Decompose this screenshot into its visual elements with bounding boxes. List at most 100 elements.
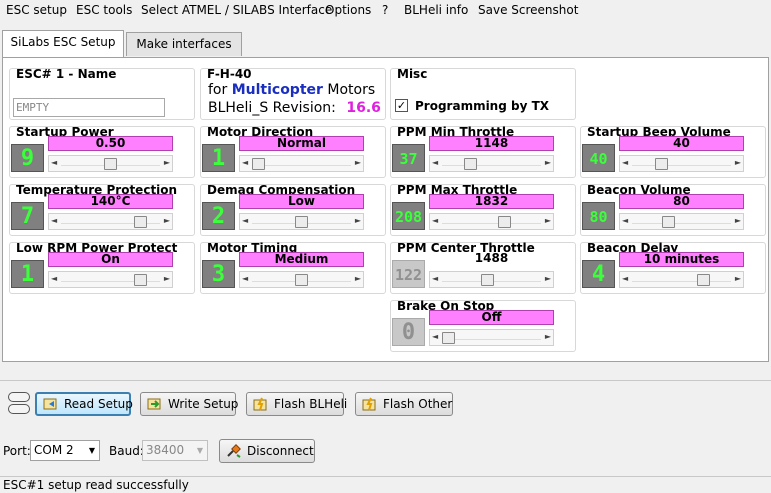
disconnect-label: Disconnect (247, 444, 314, 458)
port-select[interactable]: COM 2 ▼ (30, 440, 100, 461)
esc-name-group: ESC# 1 - Name EMPTY (9, 67, 195, 120)
read-setup-label: Read Setup (64, 397, 133, 411)
demag-compensation-slider[interactable]: ◄ ► (239, 213, 364, 230)
startup-beep-volume-group: Startup Beep Volume 40 40 ◄ ► (580, 125, 766, 178)
brake-on-stop-slider[interactable]: ◄ ► (429, 329, 554, 346)
menu-esc-setup[interactable]: ESC setup (6, 3, 67, 17)
right-arrow-icon[interactable]: ► (164, 274, 170, 283)
right-arrow-icon[interactable]: ► (545, 274, 551, 283)
baud-select[interactable]: 38400 ▼ (142, 440, 208, 461)
slider-thumb[interactable] (697, 274, 710, 286)
menu-select-interface[interactable]: Select ATMEL / SILABS Interface (141, 3, 332, 17)
startup-beep-volume-slider[interactable]: ◄ ► (619, 155, 744, 172)
flash-other-label: Flash Other (383, 397, 453, 411)
slider-thumb[interactable] (655, 158, 668, 170)
brake-on-stop-number: 0 (392, 318, 425, 346)
ppm-center-throttle-group: PPM Center Throttle 122 1488 ◄ ► (390, 241, 576, 294)
menu-esc-tools[interactable]: ESC tools (76, 3, 132, 17)
right-arrow-icon[interactable]: ► (355, 274, 361, 283)
left-arrow-icon[interactable]: ◄ (432, 216, 438, 225)
misc-title: Misc (397, 67, 428, 81)
flash-other-button[interactable]: Flash Other (355, 392, 453, 416)
slider-thumb[interactable] (662, 216, 675, 228)
left-arrow-icon[interactable]: ◄ (622, 216, 628, 225)
esc-name-input[interactable]: EMPTY (13, 98, 165, 117)
left-arrow-icon[interactable]: ◄ (242, 158, 248, 167)
right-arrow-icon[interactable]: ► (735, 274, 741, 283)
baud-label: Baud: (109, 444, 144, 458)
temperature-protection-slider[interactable]: ◄ ► (48, 213, 173, 230)
read-icon (43, 397, 59, 411)
chevron-down-icon: ▼ (88, 446, 95, 455)
slider-thumb[interactable] (481, 274, 494, 286)
tab-make-interfaces[interactable]: Make interfaces (126, 32, 242, 56)
startup-power-value: 0.50 (48, 136, 173, 151)
startup-power-slider[interactable]: ◄ ► (48, 155, 173, 172)
left-arrow-icon[interactable]: ◄ (51, 274, 57, 283)
slider-thumb[interactable] (295, 216, 308, 228)
left-arrow-icon[interactable]: ◄ (432, 158, 438, 167)
left-arrow-icon[interactable]: ◄ (51, 158, 57, 167)
motor-direction-slider[interactable]: ◄ ► (239, 155, 364, 172)
baud-value: 38400 (146, 443, 185, 457)
firmware-title: F-H-40 (207, 67, 252, 81)
ppm-center-throttle-slider[interactable]: ◄ ► (429, 271, 554, 288)
flash-blheli-icon (253, 397, 269, 411)
read-setup-button[interactable]: Read Setup (35, 392, 133, 416)
slider-thumb[interactable] (104, 158, 117, 170)
slider-thumb[interactable] (252, 158, 265, 170)
ppm-min-throttle-slider[interactable]: ◄ ► (429, 155, 554, 172)
disconnect-button[interactable]: Disconnect (219, 439, 315, 463)
right-arrow-icon[interactable]: ► (355, 216, 361, 225)
temperature-protection-value: 140°C (48, 194, 173, 209)
startup-power-group: Startup Power 9 0.50 ◄ ► (9, 125, 195, 178)
esc-name-title: ESC# 1 - Name (16, 67, 117, 81)
demag-compensation-group: Demag Compensation 2 Low ◄ ► (200, 183, 386, 236)
slider-thumb[interactable] (498, 216, 511, 228)
left-arrow-icon[interactable]: ◄ (51, 216, 57, 225)
ppm-max-throttle-slider[interactable]: ◄ ► (429, 213, 554, 230)
menu-options[interactable]: Options (325, 3, 371, 17)
slider-thumb[interactable] (295, 274, 308, 286)
low-rpm-power-protect-number: 1 (11, 260, 44, 288)
beacon-delay-slider[interactable]: ◄ ► (619, 271, 744, 288)
firmware-revision-line: BLHeli_S Revision: 16.6 (208, 100, 381, 116)
write-setup-button[interactable]: Write Setup (140, 392, 238, 416)
slider-thumb[interactable] (442, 332, 455, 344)
motor-direction-number: 1 (202, 144, 235, 172)
left-arrow-icon[interactable]: ◄ (432, 274, 438, 283)
left-arrow-icon[interactable]: ◄ (242, 216, 248, 225)
right-arrow-icon[interactable]: ► (545, 332, 551, 341)
motor-timing-slider[interactable]: ◄ ► (239, 271, 364, 288)
menu-blheli-info[interactable]: BLHeli info (404, 3, 468, 17)
slider-thumb[interactable] (464, 158, 477, 170)
status-text: ESC#1 setup read successfully (3, 478, 189, 492)
slider-track (252, 165, 351, 166)
tab-silabs-esc-setup[interactable]: SiLabs ESC Setup (2, 30, 124, 57)
menu-save-screenshot[interactable]: Save Screenshot (478, 3, 578, 17)
right-arrow-icon[interactable]: ► (735, 216, 741, 225)
settings-panel: ESC# 1 - Name EMPTY F-H-40 for Multicopt… (2, 57, 769, 362)
ppm-max-throttle-group: PPM Max Throttle 208 1832 ◄ ► (390, 183, 576, 236)
menu-help[interactable]: ? (382, 3, 388, 17)
programming-by-tx-checkbox[interactable]: ✓ (395, 99, 408, 112)
beacon-volume-slider[interactable]: ◄ ► (619, 213, 744, 230)
left-arrow-icon[interactable]: ◄ (622, 158, 628, 167)
right-arrow-icon[interactable]: ► (164, 158, 170, 167)
brake-on-stop-group: Brake On Stop 0 Off ◄ ► (390, 299, 576, 352)
flash-other-icon (362, 397, 378, 411)
left-arrow-icon[interactable]: ◄ (242, 274, 248, 283)
low-rpm-power-protect-slider[interactable]: ◄ ► (48, 271, 173, 288)
right-arrow-icon[interactable]: ► (164, 216, 170, 225)
right-arrow-icon[interactable]: ► (545, 216, 551, 225)
left-arrow-icon[interactable]: ◄ (622, 274, 628, 283)
slider-thumb[interactable] (134, 274, 147, 286)
slider-thumb[interactable] (134, 216, 147, 228)
flash-blheli-button[interactable]: Flash BLHeli (246, 392, 347, 416)
right-arrow-icon[interactable]: ► (355, 158, 361, 167)
slider-track (442, 165, 541, 166)
left-arrow-icon[interactable]: ◄ (432, 332, 438, 341)
right-arrow-icon[interactable]: ► (735, 158, 741, 167)
divider (0, 380, 771, 381)
right-arrow-icon[interactable]: ► (545, 158, 551, 167)
